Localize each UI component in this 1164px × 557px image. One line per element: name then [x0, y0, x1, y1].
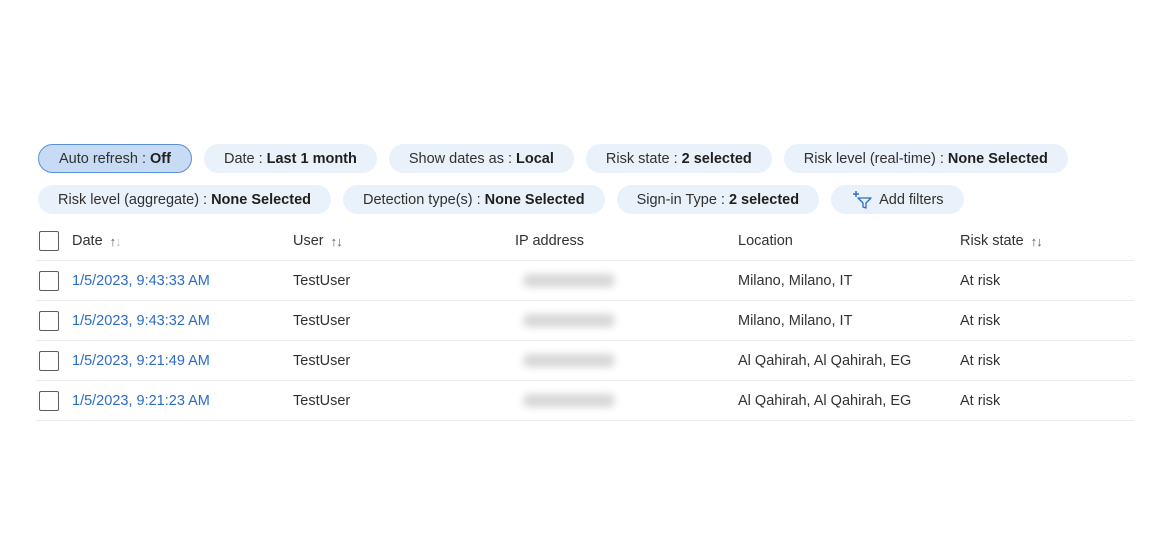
filter-bar-row-1: Auto refresh : Off Date : Last 1 month S… [38, 144, 1068, 173]
filter-separator: : [939, 150, 944, 167]
column-header-label: IP address [515, 233, 585, 249]
risk-state-filter[interactable]: Risk state : 2 selected [585, 144, 772, 173]
table-row[interactable]: 1/5/2023, 9:43:32 AM TestUser Milano, Mi… [36, 301, 1134, 341]
date-link[interactable]: 1/5/2023, 9:21:23 AM [72, 393, 210, 409]
date-filter[interactable]: Date : Last 1 month [203, 144, 377, 173]
location-cell: Al Qahirah, Al Qahirah, EG [738, 392, 912, 409]
filter-label: Risk state [605, 150, 670, 167]
column-header-user[interactable]: User ↑↓ [293, 222, 343, 260]
date-link[interactable]: 1/5/2023, 9:43:33 AM [72, 273, 210, 289]
column-header-label: Date [72, 233, 103, 249]
sort-arrows-icon: ↑↓ [109, 233, 122, 249]
filter-separator: : [142, 150, 147, 167]
table-row[interactable]: 1/5/2023, 9:43:33 AM TestUser Milano, Mi… [36, 261, 1134, 301]
filter-value: Off [150, 150, 171, 167]
add-filters-button[interactable]: Add filters [831, 185, 964, 214]
redacted-ip [523, 274, 615, 287]
detection-types-filter[interactable]: Detection type(s) : None Selected [343, 185, 605, 214]
filter-separator: : [720, 191, 725, 208]
redacted-ip [523, 314, 615, 327]
risk-level-realtime-filter[interactable]: Risk level (real-time) : None Selected [783, 144, 1068, 173]
column-header-risk-state[interactable]: Risk state ↑↓ [960, 222, 1043, 260]
filter-value: Local [516, 150, 554, 167]
row-checkbox[interactable] [39, 310, 59, 331]
user-cell: TestUser [293, 392, 351, 409]
column-header-ip: IP address [515, 222, 584, 260]
filter-label: Show dates as [408, 150, 504, 167]
date-link[interactable]: 1/5/2023, 9:43:32 AM [72, 313, 210, 329]
redacted-ip [523, 354, 615, 367]
filter-label: Risk level (aggregate) [58, 191, 200, 208]
filter-label: Date [223, 150, 255, 167]
sign-in-type-filter[interactable]: Sign-in Type : 2 selected [616, 185, 820, 214]
risk-state-cell: At risk [960, 272, 1001, 289]
column-header-label: User [293, 233, 324, 249]
filter-add-icon [851, 190, 873, 210]
filter-value: None Selected [211, 191, 311, 208]
risk-state-cell: At risk [960, 392, 1001, 409]
user-cell: TestUser [293, 352, 351, 369]
filter-separator: : [258, 150, 263, 167]
row-checkbox[interactable] [39, 390, 59, 411]
sort-arrows-icon: ↑↓ [1030, 233, 1043, 249]
risky-signins-view: Auto refresh : Off Date : Last 1 month S… [0, 0, 1164, 557]
table-row[interactable]: 1/5/2023, 9:21:49 AM TestUser Al Qahirah… [36, 341, 1134, 381]
add-filters-label: Add filters [879, 191, 944, 208]
column-header-label: Risk state [960, 233, 1024, 249]
location-cell: Milano, Milano, IT [738, 312, 853, 329]
row-checkbox[interactable] [39, 270, 59, 291]
sort-arrows-icon: ↑↓ [330, 233, 343, 249]
filter-label: Auto refresh [59, 150, 138, 167]
filter-bar-row-2: Risk level (aggregate) : None Selected D… [38, 185, 964, 214]
filter-separator: : [203, 191, 208, 208]
filter-separator: : [476, 191, 481, 208]
filter-separator: : [673, 150, 678, 167]
column-header-date[interactable]: Date ↑↓ [72, 222, 122, 260]
location-cell: Al Qahirah, Al Qahirah, EG [738, 352, 912, 369]
filter-value: None Selected [947, 150, 1048, 167]
filter-label: Sign-in Type [636, 191, 717, 208]
show-dates-as-filter[interactable]: Show dates as : Local [388, 144, 574, 173]
column-header-label: Location [738, 233, 793, 249]
user-cell: TestUser [293, 272, 351, 289]
filter-value: 2 selected [681, 150, 752, 167]
filter-label: Risk level (real-time) [803, 150, 936, 167]
select-all-checkbox[interactable] [39, 231, 59, 251]
filter-label: Detection type(s) [363, 191, 473, 208]
risky-signins-table: Date ↑↓ User ↑↓ IP address Location Risk… [36, 222, 1134, 421]
table-header: Date ↑↓ User ↑↓ IP address Location Risk… [36, 222, 1134, 261]
row-checkbox[interactable] [39, 350, 59, 371]
risk-level-aggregate-filter[interactable]: Risk level (aggregate) : None Selected [38, 185, 331, 214]
location-cell: Milano, Milano, IT [738, 272, 853, 289]
filter-value: None Selected [484, 191, 585, 208]
redacted-ip [523, 394, 615, 407]
column-header-location: Location [738, 222, 793, 260]
risk-state-cell: At risk [960, 352, 1001, 369]
filter-separator: : [508, 150, 513, 167]
auto-refresh-filter[interactable]: Auto refresh : Off [38, 144, 192, 173]
filter-value: Last 1 month [266, 150, 357, 167]
date-link[interactable]: 1/5/2023, 9:21:49 AM [72, 353, 210, 369]
filter-value: 2 selected [728, 191, 800, 208]
user-cell: TestUser [293, 312, 351, 329]
table-row[interactable]: 1/5/2023, 9:21:23 AM TestUser Al Qahirah… [36, 381, 1134, 421]
risk-state-cell: At risk [960, 312, 1001, 329]
